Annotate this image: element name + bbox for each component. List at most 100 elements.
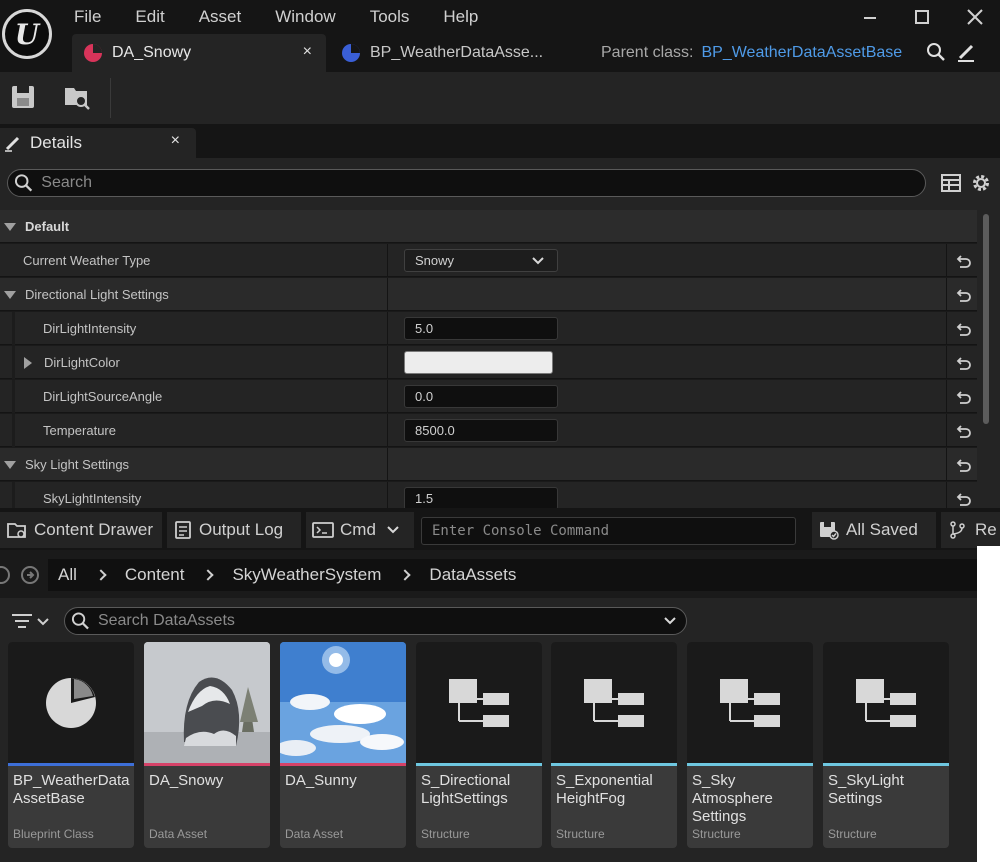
asset-name: DA_Snowy	[149, 772, 224, 789]
close-window-icon[interactable]	[963, 6, 987, 28]
property-label: DirLightSourceAngle	[43, 389, 163, 404]
menu-asset[interactable]: Asset	[199, 7, 242, 27]
all-saved-button[interactable]: All Saved	[812, 512, 936, 548]
asset-tile-s-exponential-height-fog[interactable]: S_Exponential HeightFog Structure	[551, 642, 677, 848]
menu-window[interactable]: Window	[275, 7, 335, 27]
struct-sky-light-settings[interactable]: Sky Light Settings	[0, 448, 977, 481]
maximize-icon[interactable]	[910, 6, 934, 28]
parent-class-link[interactable]: BP_WeatherDataAssetBase	[701, 44, 902, 62]
asset-tile-da-sunny[interactable]: DA_Sunny Data Asset	[280, 642, 406, 848]
temperature-field[interactable]: 8500.0	[404, 419, 558, 442]
breadcrumb-sky-weather-system[interactable]: SkyWeatherSystem	[232, 565, 381, 585]
details-search[interactable]	[7, 169, 926, 197]
details-tab[interactable]: Details ×	[0, 128, 196, 158]
asset-toolbar	[0, 72, 1000, 124]
content-drawer-button[interactable]: Content Drawer	[0, 512, 162, 548]
structure-icon	[687, 642, 813, 763]
reset-to-default-icon[interactable]	[954, 354, 972, 372]
asset-tile-s-directional-light-settings[interactable]: S_Directional LightSettings Structure	[416, 642, 542, 848]
asset-type-stripe	[8, 763, 134, 766]
chevron-right-icon	[202, 569, 215, 581]
breadcrumb-data-assets[interactable]: DataAssets	[429, 565, 516, 585]
terminal-icon	[312, 522, 334, 538]
property-matrix-icon[interactable]	[940, 172, 962, 194]
reset-to-default-icon[interactable]	[954, 490, 972, 508]
console-command-input[interactable]	[432, 523, 795, 539]
breadcrumb-content[interactable]: Content	[125, 565, 185, 585]
menu-bar: File Edit Asset Window Tools Help	[74, 0, 512, 34]
asset-name: S_Directional LightSettings	[421, 772, 511, 807]
console-command-field[interactable]	[421, 517, 796, 545]
expand-arrow-icon[interactable]	[24, 356, 32, 369]
content-drawer-label: Content Drawer	[34, 520, 154, 539]
save-status-icon	[820, 522, 839, 540]
back-icon[interactable]	[0, 566, 10, 584]
reset-to-default-icon[interactable]	[954, 456, 972, 474]
navigation-row: All Content SkyWeatherSystem DataAssets	[0, 550, 977, 598]
close-tab-button[interactable]: ×	[303, 43, 312, 61]
cmd-selector[interactable]: Cmd	[306, 512, 414, 548]
reset-to-default-icon[interactable]	[954, 320, 972, 338]
browse-asset-icon[interactable]	[62, 82, 92, 112]
output-log-button[interactable]: Output Log	[167, 512, 301, 548]
reset-to-default-icon[interactable]	[954, 252, 972, 270]
chevron-down-icon[interactable]	[662, 613, 678, 629]
reset-to-default-icon[interactable]	[954, 422, 972, 440]
expand-arrow-icon[interactable]	[4, 460, 16, 469]
breadcrumb-all[interactable]: All	[58, 565, 77, 585]
minimize-icon[interactable]	[858, 6, 882, 28]
menu-tools[interactable]: Tools	[370, 7, 410, 27]
reset-to-default-icon[interactable]	[954, 286, 972, 304]
revision-label: Re	[975, 520, 997, 539]
struct-directional-light-settings[interactable]: Directional Light Settings	[0, 278, 977, 311]
asset-tile-bp-weather-data-asset-base[interactable]: BP_WeatherData AssetBase Blueprint Class	[8, 642, 134, 848]
chevron-right-icon	[95, 569, 107, 581]
asset-type: Data Asset	[149, 827, 208, 841]
category-default[interactable]: Default	[0, 210, 977, 243]
settings-gear-icon[interactable]	[970, 172, 992, 194]
menu-edit[interactable]: Edit	[135, 7, 164, 27]
revision-control-button[interactable]: Re	[941, 512, 1000, 548]
expand-arrow-icon[interactable]	[4, 290, 16, 299]
expand-arrow-icon[interactable]	[4, 222, 16, 231]
property-dir-light-source-angle: DirLightSourceAngle 0.0	[0, 380, 977, 413]
asset-type-stripe	[416, 763, 542, 766]
property-temperature: Temperature 8500.0	[0, 414, 977, 447]
tab-da-snowy[interactable]: DA_Snowy ×	[72, 34, 326, 72]
data-asset-icon	[84, 44, 102, 62]
menu-help[interactable]: Help	[443, 7, 478, 27]
reset-to-default-icon[interactable]	[954, 388, 972, 406]
edit-pencil-icon[interactable]	[955, 40, 977, 64]
property-dir-light-intensity: DirLightIntensity 5.0	[0, 312, 977, 345]
forward-icon[interactable]	[20, 565, 40, 585]
asset-search[interactable]	[64, 607, 687, 635]
asset-search-input[interactable]	[97, 612, 686, 630]
dir-light-intensity-field[interactable]: 5.0	[404, 317, 558, 340]
filter-icon[interactable]	[10, 610, 54, 634]
chevron-down-icon	[387, 526, 399, 534]
property-label: Sky Light Settings	[25, 457, 130, 472]
asset-tile-da-snowy[interactable]: DA_Snowy Data Asset	[144, 642, 270, 848]
breadcrumb: All Content SkyWeatherSystem DataAssets	[48, 559, 977, 591]
asset-tile-s-sky-light-settings[interactable]: S_SkyLight Settings Structure	[823, 642, 949, 848]
asset-tile-s-sky-atmosphere-settings[interactable]: S_Sky Atmosphere Settings Structure	[687, 642, 813, 848]
sky-light-intensity-field[interactable]: 1.5	[404, 487, 558, 508]
asset-name: BP_WeatherData AssetBase	[13, 772, 130, 807]
save-icon[interactable]	[9, 82, 39, 112]
details-pencil-icon	[5, 136, 20, 152]
close-details-button[interactable]: ×	[171, 132, 180, 150]
unreal-logo-icon[interactable]: U	[2, 9, 52, 59]
tab-bp-weather-data-asset[interactable]: BP_WeatherDataAsse...	[330, 34, 560, 72]
asset-name: S_Sky Atmosphere Settings	[692, 772, 773, 825]
dir-light-source-angle-field[interactable]: 0.0	[404, 385, 558, 408]
asset-type-stripe	[144, 763, 270, 766]
details-search-input[interactable]	[41, 174, 925, 192]
menu-file[interactable]: File	[74, 7, 101, 27]
details-scrollbar[interactable]	[980, 210, 992, 508]
scroll-thumb[interactable]	[983, 214, 989, 424]
weather-type-dropdown[interactable]: Snowy	[404, 249, 558, 272]
output-log-icon	[175, 521, 191, 539]
dir-light-color-swatch[interactable]	[404, 351, 553, 374]
find-in-blueprints-icon[interactable]	[925, 40, 947, 64]
property-label: DirLightColor	[44, 355, 120, 370]
